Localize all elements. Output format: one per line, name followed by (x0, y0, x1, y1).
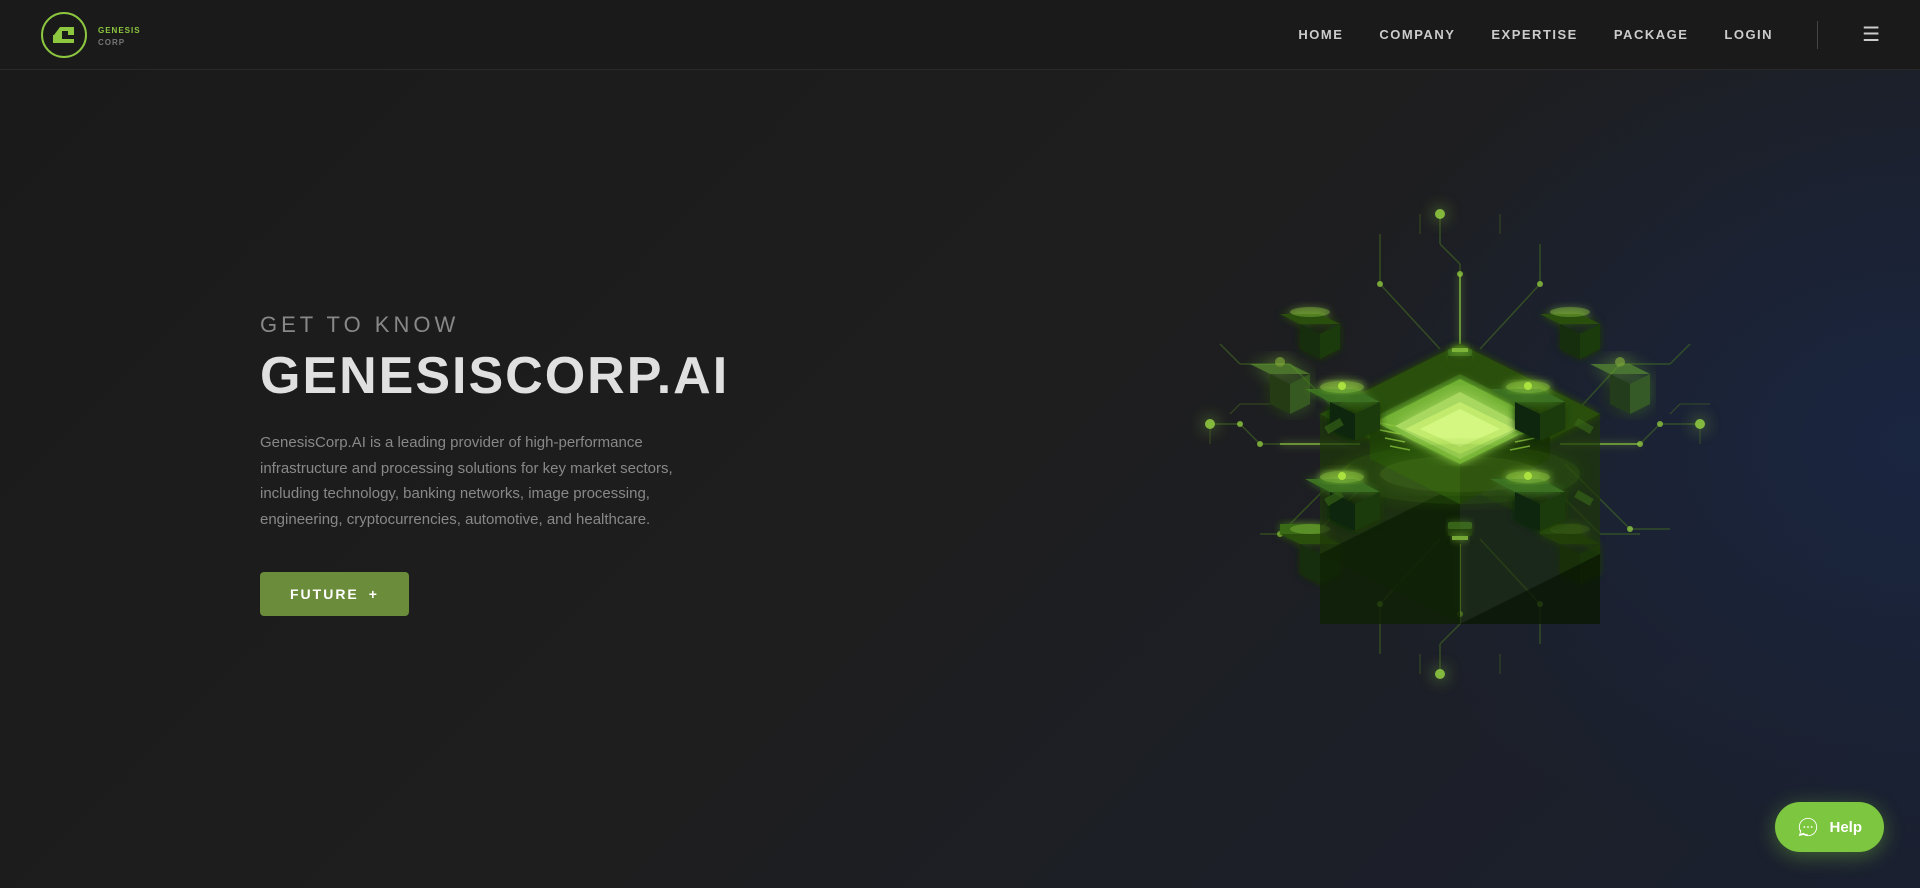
future-button[interactable]: FUTURE + (260, 572, 409, 616)
chip-illustration (1180, 164, 1740, 724)
hero-title: GENESISCORP.AI (260, 350, 729, 402)
chat-label: Help (1829, 819, 1862, 836)
navbar: GENESIS CORP HOME COMPANY EXPERTISE PACK… (0, 0, 1920, 70)
hero-content: GET TO KNOW GENESISCORP.AI GenesisCorp.A… (260, 312, 729, 616)
nav-expertise[interactable]: EXPERTISE (1491, 27, 1577, 42)
hero-section: GET TO KNOW GENESISCORP.AI GenesisCorp.A… (0, 0, 1920, 888)
nav-company[interactable]: COMPANY (1379, 27, 1455, 42)
svg-text:GENESIS: GENESIS (98, 26, 141, 35)
chat-widget[interactable]: Help (1775, 802, 1884, 852)
hero-subtitle: GET TO KNOW (260, 312, 729, 338)
nav-links: HOME COMPANY EXPERTISE PACKAGE LOGIN ☰ (1298, 21, 1880, 49)
logo[interactable]: GENESIS CORP (40, 11, 188, 59)
hamburger-icon[interactable]: ☰ (1862, 24, 1880, 46)
nav-home[interactable]: HOME (1298, 27, 1343, 42)
nav-package[interactable]: PACKAGE (1614, 27, 1689, 42)
nav-login[interactable]: LOGIN (1724, 27, 1773, 42)
chat-bubble-icon (1797, 816, 1819, 838)
nav-divider (1817, 21, 1818, 49)
hero-description: GenesisCorp.AI is a leading provider of … (260, 430, 680, 532)
arrow-icon: + (369, 586, 379, 602)
svg-text:CORP: CORP (98, 38, 125, 47)
